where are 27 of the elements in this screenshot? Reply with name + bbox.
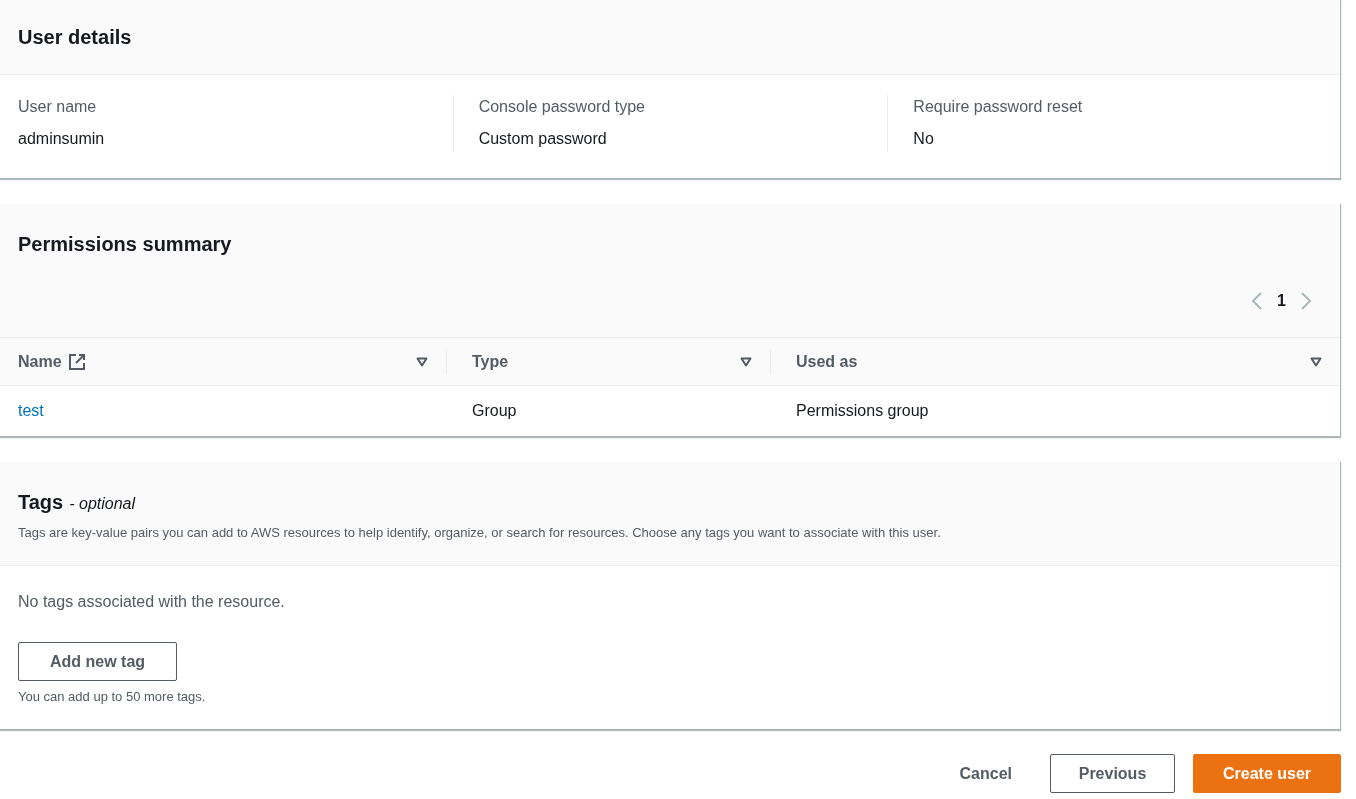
- field-value: Custom password: [478, 129, 607, 149]
- panel-title: Permissions summary: [18, 232, 232, 257]
- field-label: Require password reset: [913, 97, 1083, 117]
- column-header[interactable]: Name: [18, 349, 62, 374]
- field-label: Console password type: [478, 97, 645, 117]
- sort-icon[interactable]: [1310, 356, 1322, 367]
- table-cell: Group: [472, 402, 517, 419]
- panel-title: Tags: [18, 490, 64, 515]
- empty-message: No tags associated with the resource.: [18, 592, 285, 612]
- hint-text: You can add up to 50 more tags.: [18, 688, 206, 706]
- field-value: adminsumin: [18, 129, 105, 149]
- panel-description: Tags are key-value pairs you can add to AWS resources to help identify, organize, or search for resources. Choose any tags you want to associate with this user.: [18, 524, 941, 542]
- field-label: User name: [18, 97, 97, 117]
- sort-icon[interactable]: [416, 356, 428, 367]
- previous-button[interactable]: Previous: [1050, 754, 1175, 793]
- panel-title: User details: [18, 25, 132, 50]
- sort-icon[interactable]: [740, 356, 752, 367]
- table-cell: Permissions group: [796, 402, 929, 419]
- optional-label: - optional: [69, 494, 136, 514]
- field-value: No: [913, 129, 934, 149]
- column-header[interactable]: Type: [472, 349, 509, 374]
- user-group-link[interactable]: test: [18, 402, 44, 419]
- external-link-icon: [67, 352, 86, 371]
- add-tag-button[interactable]: Add new tag: [18, 642, 177, 681]
- column-header[interactable]: Used as: [796, 349, 858, 374]
- cancel-button[interactable]: Cancel: [939, 754, 1032, 793]
- page-number[interactable]: 1: [1277, 289, 1286, 313]
